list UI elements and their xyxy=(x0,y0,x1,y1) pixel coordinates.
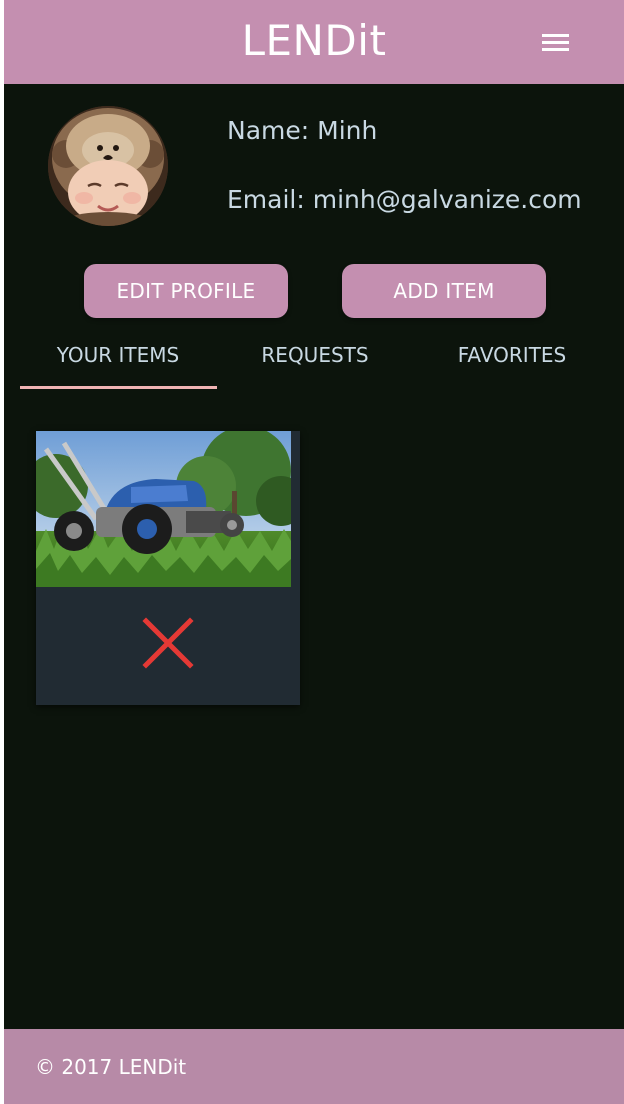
add-item-button[interactable]: ADD ITEM xyxy=(342,264,546,318)
tab-your-items[interactable]: YOUR ITEMS xyxy=(20,343,216,367)
copyright-text: © 2017 LENDit xyxy=(35,1055,187,1079)
tab-favorites[interactable]: FAVORITES xyxy=(414,343,610,367)
top-navbar: LENDit xyxy=(4,0,624,84)
active-tab-indicator xyxy=(20,386,217,389)
app-frame: LENDit Name: Minh Email: minh@galvanize.… xyxy=(4,0,624,1104)
close-x-icon[interactable] xyxy=(140,615,196,671)
profile-email: Email: minh@galvanize.com xyxy=(227,185,582,214)
hamburger-menu-icon[interactable] xyxy=(542,34,572,54)
avatar xyxy=(48,106,168,226)
item-card[interactable] xyxy=(36,431,300,705)
brand-logo[interactable]: LENDit xyxy=(4,16,624,65)
edit-profile-button[interactable]: EDIT PROFILE xyxy=(84,264,288,318)
page-footer: © 2017 LENDit xyxy=(4,1029,624,1104)
tab-requests[interactable]: REQUESTS xyxy=(217,343,413,367)
lawn-mower-photo[interactable] xyxy=(36,431,291,587)
profile-name: Name: Minh xyxy=(227,116,378,145)
